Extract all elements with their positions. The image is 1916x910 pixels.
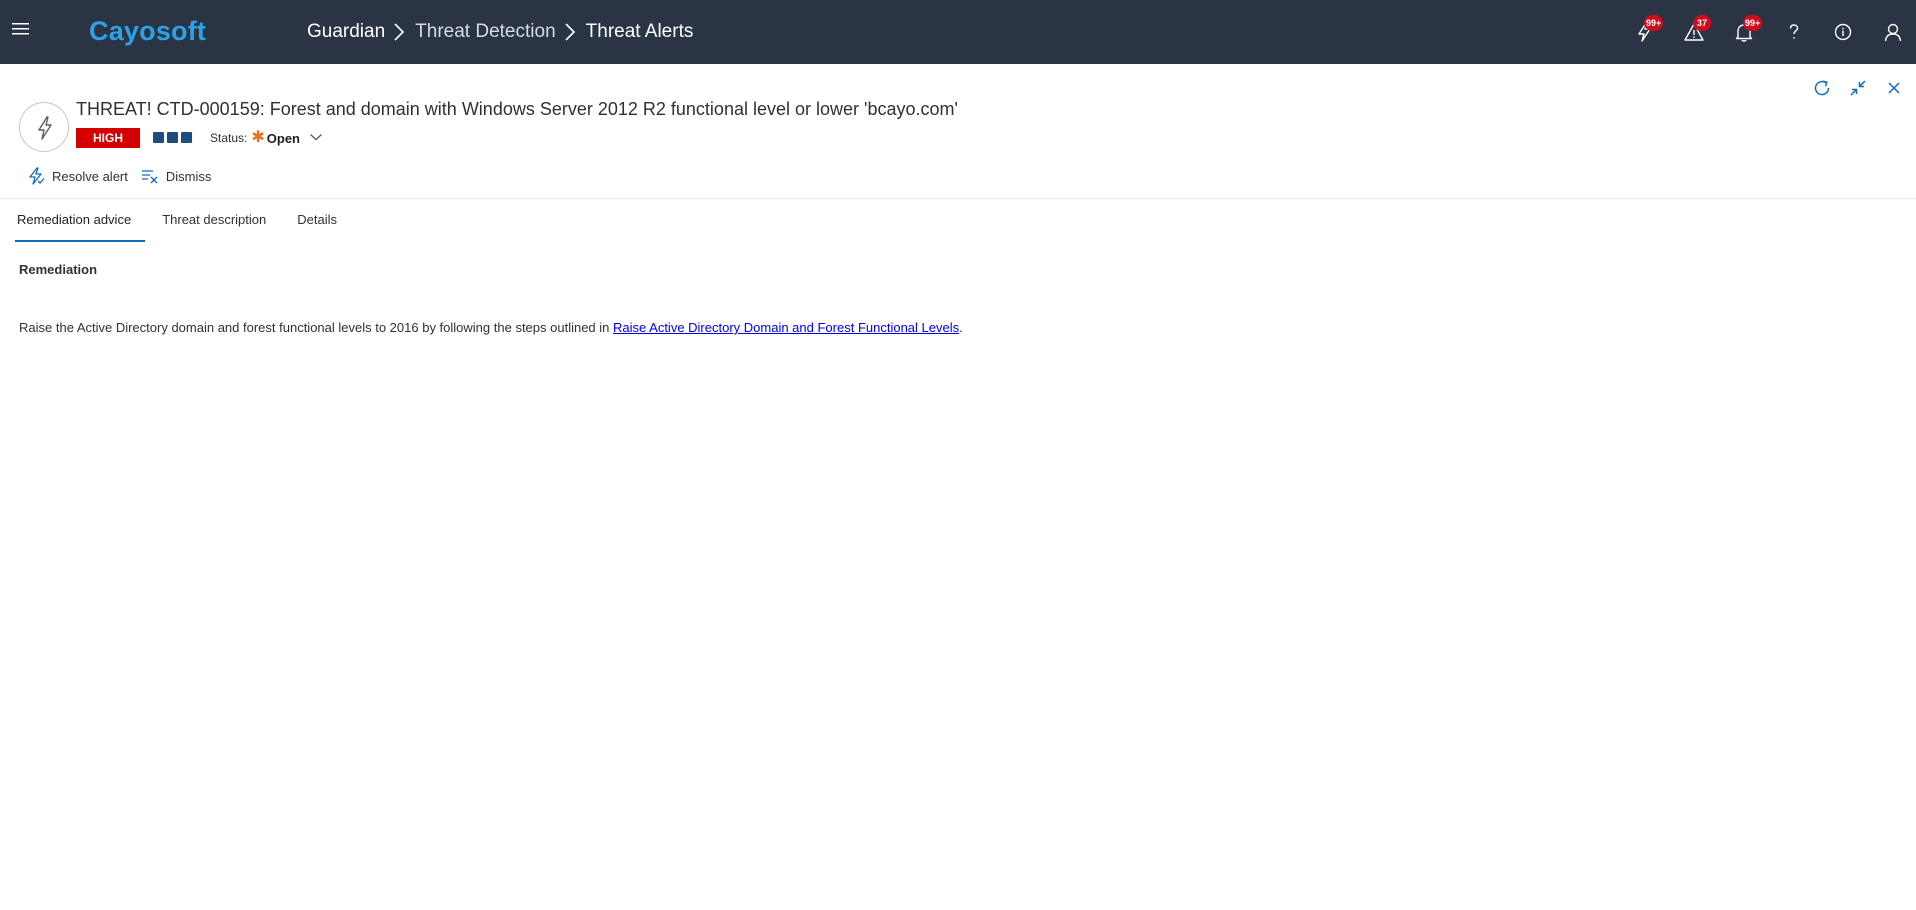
chevron-down-icon (309, 129, 323, 147)
resolve-alert-button[interactable]: Resolve alert (26, 166, 128, 186)
menu-icon[interactable] (12, 22, 36, 42)
severity-level-square (153, 132, 164, 143)
refresh-button[interactable] (1810, 76, 1834, 100)
tab-label: Details (297, 212, 337, 227)
refresh-icon (1814, 80, 1830, 96)
breadcrumb-threat-alerts[interactable]: Threat Alerts (586, 21, 694, 43)
notification-badge: 37 (1693, 15, 1711, 31)
active-tab-indicator (15, 240, 146, 242)
severity-level-square (167, 132, 178, 143)
status-value: Open (266, 130, 300, 146)
user-icon (1884, 23, 1902, 42)
user-profile-button[interactable] (1879, 18, 1907, 46)
dismiss-label: Dismiss (165, 168, 212, 184)
close-icon (1888, 82, 1900, 94)
close-button[interactable] (1882, 76, 1906, 100)
remediation-heading: Remediation (19, 262, 98, 277)
collapse-button[interactable] (1846, 76, 1870, 100)
threat-bolt-icon (38, 116, 52, 140)
breadcrumb-guardian[interactable]: Guardian (307, 21, 385, 43)
tab-remediation-advice[interactable]: Remediation advice (0, 204, 146, 242)
warnings-button[interactable]: 37 (1680, 15, 1711, 46)
alert-type-avatar (19, 102, 69, 152)
dismiss-button[interactable]: Dismiss (140, 166, 212, 186)
status-label: Status: (210, 131, 248, 145)
chevron-right-icon (556, 20, 586, 44)
resolve-alert-label: Resolve alert (52, 168, 128, 184)
resolve-bolt-icon (29, 167, 45, 185)
info-button[interactable] (1829, 18, 1857, 46)
status-dropdown[interactable]: Status: ✱ Open (210, 129, 323, 147)
threat-alerts-button[interactable]: 99+ (1631, 15, 1664, 46)
remediation-text-before: Raise the Active Directory domain and fo… (19, 320, 614, 335)
alert-tabs: Remediation advice Threat description De… (0, 204, 351, 242)
command-bar: Resolve alert Dismiss (26, 166, 223, 186)
help-button[interactable] (1780, 18, 1808, 46)
notification-badge: 99+ (1743, 15, 1763, 31)
severity-badge: HIGH (76, 128, 140, 148)
help-icon (1789, 24, 1799, 39)
header-divider (0, 198, 1916, 199)
tab-label: Threat description (162, 212, 267, 227)
remediation-text-after: . (959, 320, 963, 335)
collapse-icon (1850, 80, 1866, 96)
info-icon (1834, 23, 1852, 41)
top-navigation-bar: Cayosoft Guardian Threat Detection Threa… (0, 0, 1916, 64)
status-open-icon: ✱ (251, 129, 265, 146)
tab-label: Remediation advice (17, 212, 132, 227)
severity-level-square (181, 132, 192, 143)
severity-level-indicator (153, 132, 192, 143)
breadcrumb: Guardian Threat Detection Threat Alerts (307, 20, 693, 44)
breadcrumb-threat-detection[interactable]: Threat Detection (415, 21, 555, 43)
tab-threat-description[interactable]: Threat description (145, 204, 280, 242)
chevron-right-icon (385, 20, 415, 44)
remediation-doc-link[interactable]: Raise Active Directory Domain and Forest… (613, 320, 959, 335)
tab-details[interactable]: Details (280, 204, 351, 242)
notifications-button[interactable]: 99+ (1730, 15, 1763, 46)
dismiss-list-icon (141, 170, 158, 184)
alert-title: THREAT! CTD-000159: Forest and domain wi… (76, 99, 958, 119)
remediation-text: Raise the Active Directory domain and fo… (19, 320, 963, 335)
app-logo[interactable]: Cayosoft (89, 16, 206, 47)
notification-badge: 99+ (1644, 15, 1664, 31)
